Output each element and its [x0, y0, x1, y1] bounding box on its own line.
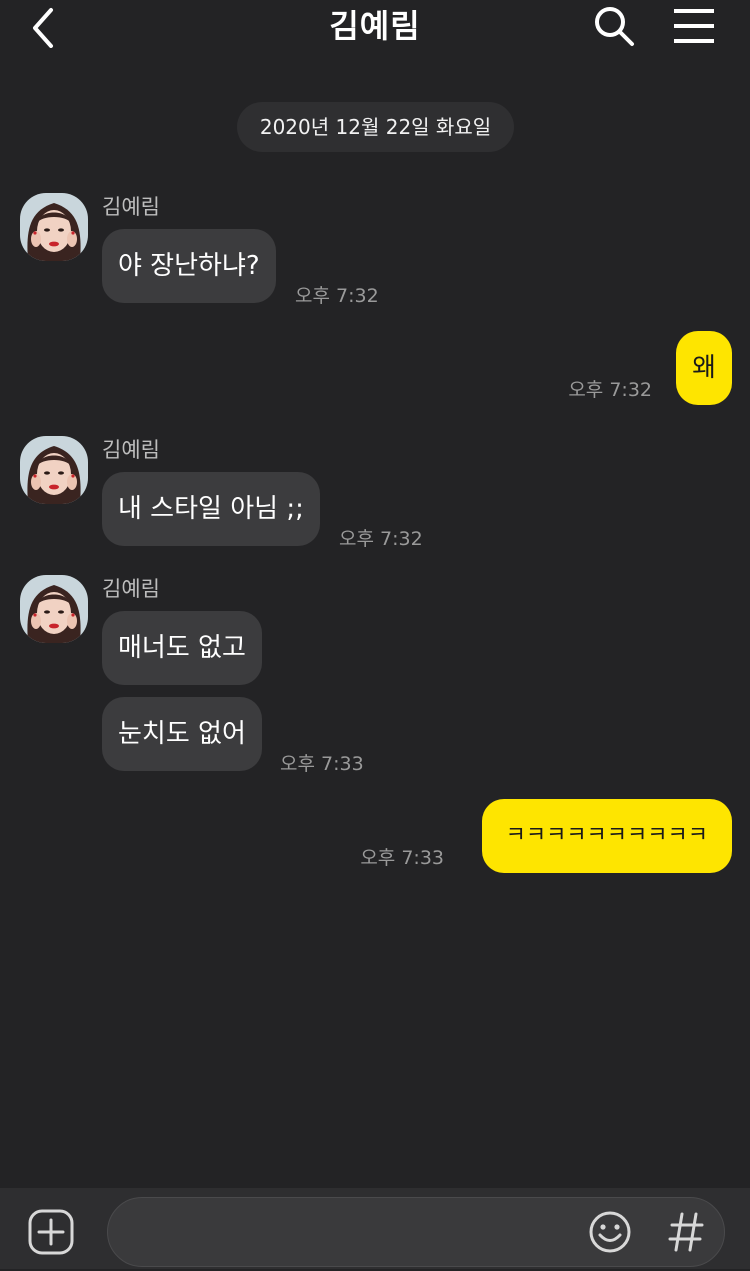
chevron-left-icon	[33, 8, 53, 48]
sender-name: 김예림	[102, 577, 160, 601]
hashtag-button[interactable]	[666, 1206, 706, 1258]
date-divider: 2020년 12월 22일 화요일	[237, 102, 514, 152]
avatar[interactable]	[20, 436, 88, 504]
menu-button[interactable]	[668, 4, 720, 48]
attach-button[interactable]	[27, 1208, 75, 1256]
search-icon	[595, 7, 634, 46]
avatar[interactable]	[20, 575, 88, 643]
message-time: 오후 7:33	[280, 753, 364, 775]
message-bubble[interactable]: 매너도 없고	[102, 611, 262, 685]
message-bubble[interactable]: 눈치도 없어	[102, 697, 262, 771]
message-time: 오후 7:33	[360, 847, 444, 869]
message-time: 오후 7:32	[339, 528, 423, 550]
emoji-smile-icon	[589, 1211, 631, 1253]
message-time: 오후 7:32	[295, 285, 379, 307]
emoji-button[interactable]	[588, 1210, 632, 1254]
sender-name: 김예림	[102, 438, 160, 462]
avatar[interactable]	[20, 193, 88, 261]
message-input[interactable]	[107, 1197, 725, 1267]
plus-square-icon	[28, 1209, 74, 1255]
my-message-bubble[interactable]: ㅋㅋㅋㅋㅋㅋㅋㅋㅋㅋ	[481, 799, 732, 873]
back-button[interactable]	[22, 4, 66, 48]
hamburger-menu-icon	[674, 9, 714, 43]
my-message-bubble[interactable]: 왜	[676, 331, 732, 405]
message-bubble[interactable]: 야 장난하냐?	[102, 229, 276, 303]
hashtag-icon	[668, 1212, 704, 1252]
search-button[interactable]	[590, 2, 638, 50]
sender-name: 김예림	[102, 195, 160, 219]
message-bubble[interactable]: 내 스타일 아님 ;;	[102, 472, 320, 546]
message-time: 오후 7:32	[568, 379, 652, 401]
